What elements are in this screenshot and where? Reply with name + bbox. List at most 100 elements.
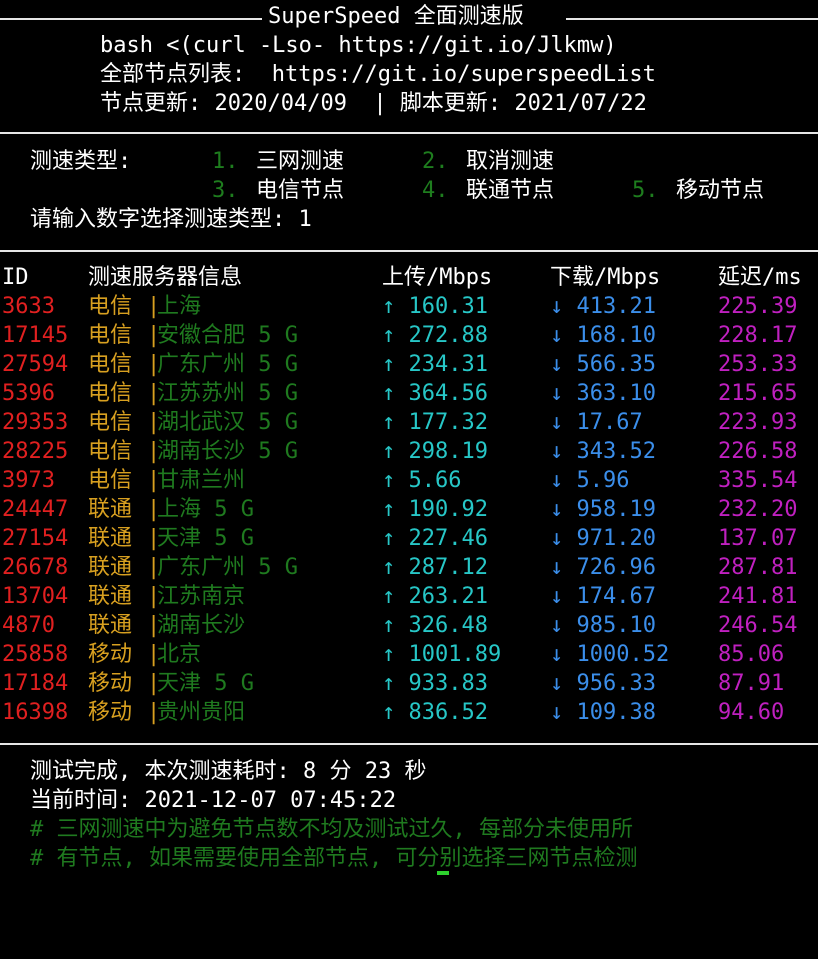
row-latency: 246.54 [718, 613, 798, 638]
row-isp: 电信 [88, 294, 133, 319]
row-download: ↓ 413.21 [550, 294, 656, 319]
row-id: 5396 [2, 381, 55, 406]
row-location: 江苏苏州 5 G [157, 381, 298, 406]
banner-command: bash <(curl -Lso- https://git.io/Jlkmw) [100, 33, 617, 58]
menu-option-5-label: 移动节点 [676, 178, 765, 203]
row-id: 17184 [2, 671, 69, 696]
row-isp: 电信 [88, 381, 133, 406]
menu-option-1-number: 1. [212, 149, 239, 174]
row-isp: 移动 [88, 700, 133, 725]
row-latency: 87.91 [718, 671, 785, 696]
banner-command-line: bash <(curl -Lso- https://git.io/Jlkmw) [0, 31, 818, 60]
row-location: 江苏南京 [157, 584, 246, 609]
table-header: ID 测速服务器信息 上传/Mbps 下载/Mbps 延迟/ms [0, 263, 818, 292]
row-latency: 287.81 [718, 555, 798, 580]
menu-option-2-label: 取消测速 [466, 149, 555, 174]
menu-option-4-number: 4. [422, 178, 449, 203]
row-latency: 335.54 [718, 468, 798, 493]
row-isp: 移动 [88, 671, 133, 696]
table-row: 4870 联通 | 湖南长沙 ↑ 326.48 ↓ 985.10 246.54 [0, 611, 818, 640]
row-location: 天津 5 G [157, 671, 254, 696]
row-latency: 232.20 [718, 497, 798, 522]
row-isp: 联通 [88, 497, 133, 522]
row-id: 17145 [2, 323, 69, 348]
row-download: ↓ 343.52 [550, 439, 656, 464]
row-location: 湖南长沙 [157, 613, 246, 638]
row-id: 24447 [2, 497, 69, 522]
row-download: ↓ 168.10 [550, 323, 656, 348]
divider [0, 743, 818, 745]
menu-option-4-label: 联通节点 [466, 178, 555, 203]
row-id: 3633 [2, 294, 55, 319]
row-download: ↓ 174.67 [550, 584, 656, 609]
row-upload: ↑ 933.83 [382, 671, 488, 696]
row-location: 上海 [157, 294, 202, 319]
summary-duration: 测试完成, 本次测速耗时: 8 分 23 秒 [30, 759, 427, 784]
table-row: 3973 电信 | 甘肃兰州 ↑ 5.66 ↓ 5.96 335.54 [0, 466, 818, 495]
table-row: 16398 移动 | 贵州贵阳 ↑ 836.52 ↓ 109.38 94.60 [0, 698, 818, 727]
banner-updates-line: 节点更新: 2020/04/09 | 脚本更新: 2021/07/22 [0, 89, 818, 118]
row-download: ↓ 726.96 [550, 555, 656, 580]
row-location: 贵州贵阳 [157, 700, 246, 725]
header-latency: 延迟/ms [718, 265, 802, 290]
row-latency: 228.17 [718, 323, 798, 348]
banner-title-rule: SuperSpeed 全面测速版 [0, 2, 818, 31]
row-id: 4870 [2, 613, 55, 638]
row-latency: 223.93 [718, 410, 798, 435]
row-isp: 移动 [88, 642, 133, 667]
table-row: 3633 电信 | 上海 ↑ 160.31 ↓ 413.21 225.39 [0, 292, 818, 321]
terminal-cursor [437, 871, 449, 875]
summary-note-2: # 有节点, 如果需要使用全部节点, 可分别选择三网节点检测 [30, 846, 638, 871]
row-location: 上海 5 G [157, 497, 254, 522]
row-upload: ↑ 326.48 [382, 613, 488, 638]
banner-node-list: 全部节点列表: https://git.io/superspeedList [100, 62, 656, 87]
row-download: ↓ 956.33 [550, 671, 656, 696]
row-isp: 电信 [88, 323, 133, 348]
row-latency: 85.06 [718, 642, 785, 667]
menu-option-3-number: 3. [212, 178, 239, 203]
row-download: ↓ 971.20 [550, 526, 656, 551]
row-latency: 226.58 [718, 439, 798, 464]
row-latency: 215.65 [718, 381, 798, 406]
row-location: 广东广州 5 G [157, 352, 298, 377]
summary-duration-line: 测试完成, 本次测速耗时: 8 分 23 秒 [0, 757, 818, 786]
row-isp: 联通 [88, 526, 133, 551]
menu-prompt-line: 请输入数字选择测速类型: 1 [0, 205, 818, 234]
row-upload: ↑ 234.31 [382, 352, 488, 377]
row-isp: 电信 [88, 352, 133, 377]
menu-prompt: 请输入数字选择测速类型: 1 [30, 207, 312, 232]
menu-line-2: 3. 电信节点 4. 联通节点 5. 移动节点 [0, 176, 818, 205]
row-upload: ↑ 227.46 [382, 526, 488, 551]
header-upload: 上传/Mbps [382, 265, 493, 290]
table-row: 5396 电信 | 江苏苏州 5 G ↑ 364.56 ↓ 363.10 215… [0, 379, 818, 408]
row-id: 28225 [2, 439, 69, 464]
row-download: ↓ 958.19 [550, 497, 656, 522]
menu-option-3-label: 电信节点 [256, 178, 345, 203]
banner-updates: 节点更新: 2020/04/09 | 脚本更新: 2021/07/22 [100, 91, 647, 116]
row-latency: 137.07 [718, 526, 798, 551]
row-location: 广东广州 5 G [157, 555, 298, 580]
row-download: ↓ 1000.52 [550, 642, 670, 667]
table-row: 28225 电信 | 湖南长沙 5 G ↑ 298.19 ↓ 343.52 22… [0, 437, 818, 466]
row-location: 北京 [157, 642, 202, 667]
summary-current-time: 当前时间: 2021-12-07 07:45:22 [30, 788, 397, 813]
row-isp: 电信 [88, 439, 133, 464]
row-upload: ↑ 836.52 [382, 700, 488, 725]
row-download: ↓ 566.35 [550, 352, 656, 377]
title-rule-right [566, 18, 818, 20]
row-upload: ↑ 263.21 [382, 584, 488, 609]
row-upload: ↑ 298.19 [382, 439, 488, 464]
row-upload: ↑ 5.66 [382, 468, 462, 493]
menu-label: 测速类型: [30, 149, 132, 174]
row-id: 27154 [2, 526, 69, 551]
row-location: 天津 5 G [157, 526, 254, 551]
banner-node-list-line: 全部节点列表: https://git.io/superspeedList [0, 60, 818, 89]
row-id: 13704 [2, 584, 69, 609]
row-location: 湖南长沙 5 G [157, 439, 298, 464]
row-id: 26678 [2, 555, 69, 580]
table-row: 13704 联通 | 江苏南京 ↑ 263.21 ↓ 174.67 241.81 [0, 582, 818, 611]
row-upload: ↑ 177.32 [382, 410, 488, 435]
row-location: 安徽合肥 5 G [157, 323, 298, 348]
row-isp: 电信 [88, 468, 133, 493]
row-id: 25858 [2, 642, 69, 667]
